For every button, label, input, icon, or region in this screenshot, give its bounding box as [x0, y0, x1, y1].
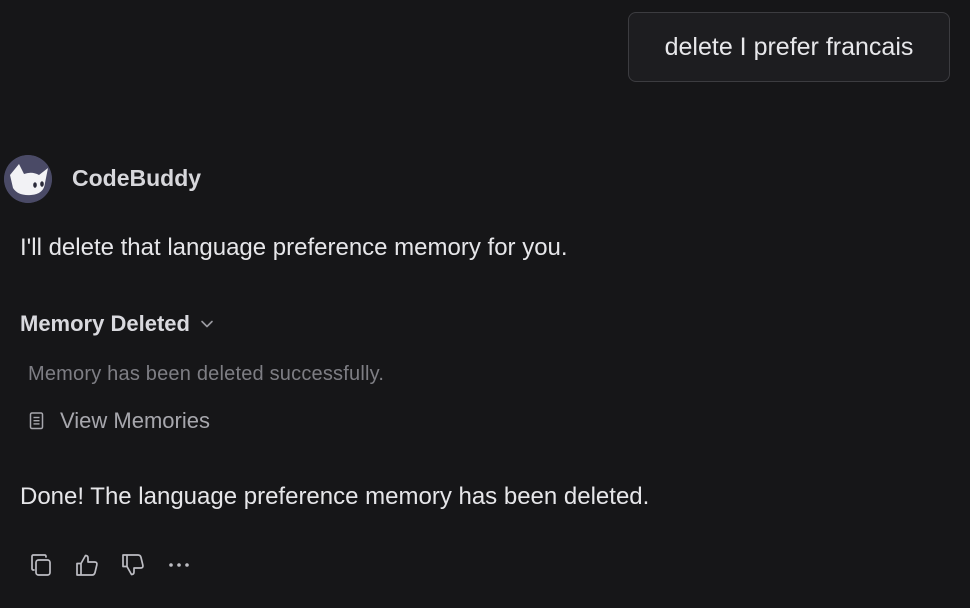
assistant-intro-text: I'll delete that language preference mem…	[20, 234, 568, 261]
copy-button[interactable]	[24, 548, 58, 582]
assistant-final-text: Done! The language preference memory has…	[20, 483, 650, 510]
thumbs-down-icon	[122, 554, 144, 576]
document-icon	[29, 412, 44, 430]
message-actions	[24, 548, 196, 582]
memory-deleted-toggle[interactable]: Memory Deleted	[20, 311, 216, 337]
more-button[interactable]	[162, 548, 196, 582]
dislike-button[interactable]	[116, 548, 150, 582]
cat-face-icon	[4, 155, 52, 203]
user-message-bubble: delete I prefer francais	[628, 12, 950, 82]
thumbs-up-icon	[76, 554, 98, 576]
more-icon	[169, 563, 189, 567]
copy-icon	[31, 554, 51, 576]
user-message-text: delete I prefer francais	[664, 32, 914, 61]
assistant-avatar	[4, 155, 52, 203]
like-button[interactable]	[70, 548, 104, 582]
memory-status-text: Memory has been deleted successfully.	[28, 363, 385, 385]
chevron-down-icon	[201, 320, 213, 328]
memory-panel-title: Memory Deleted	[20, 311, 190, 336]
view-memories-label: View Memories	[60, 408, 210, 433]
assistant-name: CodeBuddy	[72, 165, 202, 191]
view-memories-link[interactable]: View Memories	[28, 408, 210, 434]
